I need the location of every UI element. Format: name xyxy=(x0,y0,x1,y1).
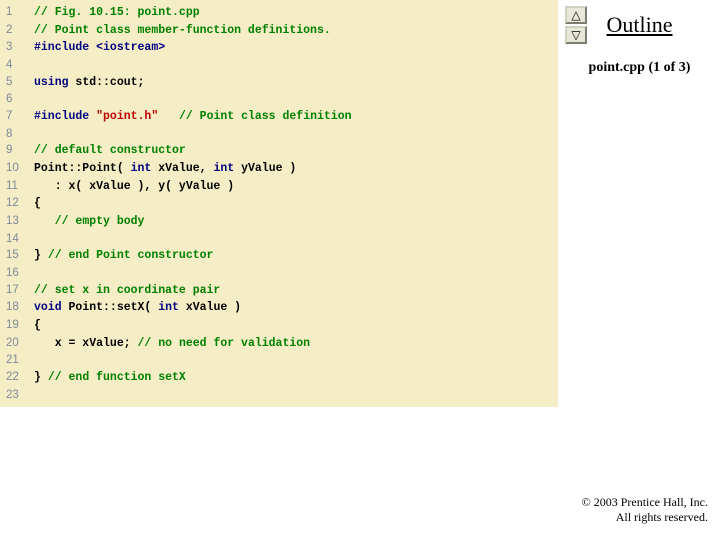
code-line: 3#include <iostream> xyxy=(0,39,558,57)
down-triangle-icon: ▽ xyxy=(571,29,580,41)
line-number: 15 xyxy=(0,247,34,264)
code-text: // empty body xyxy=(34,214,144,231)
outline-subtitle: point.cpp (1 of 3) xyxy=(567,60,712,76)
code-text: // default constructor xyxy=(34,143,186,160)
code-text: using std::cout; xyxy=(34,75,144,92)
code-panel: 1// Fig. 10.15: point.cpp2// Point class… xyxy=(0,0,558,407)
line-number: 10 xyxy=(0,160,34,177)
code-line: 4 xyxy=(0,57,558,74)
line-number: 9 xyxy=(0,142,34,159)
code-line: 21 xyxy=(0,352,558,369)
line-number: 4 xyxy=(0,57,34,74)
line-number: 1 xyxy=(0,4,34,21)
code-text: #include <iostream> xyxy=(34,40,165,57)
code-line: 19{ xyxy=(0,317,558,335)
code-text: // Fig. 10.15: point.cpp xyxy=(34,5,200,22)
line-number: 14 xyxy=(0,231,34,248)
line-number: 2 xyxy=(0,22,34,39)
line-number: 12 xyxy=(0,195,34,212)
code-line: 23 xyxy=(0,387,558,404)
code-line: 5using std::cout; xyxy=(0,74,558,92)
code-line: 18void Point::setX( int xValue ) xyxy=(0,299,558,317)
nav-down-button[interactable]: ▽ xyxy=(565,26,587,44)
line-number: 7 xyxy=(0,108,34,125)
copyright-line1: © 2003 Prentice Hall, Inc. xyxy=(582,495,708,511)
copyright-line2: All rights reserved. xyxy=(582,510,708,526)
outline-title: Outline xyxy=(567,12,712,38)
code-line: 15} // end Point constructor xyxy=(0,247,558,265)
line-number: 11 xyxy=(0,178,34,195)
line-number: 17 xyxy=(0,282,34,299)
line-number: 22 xyxy=(0,369,34,386)
code-text: } // end Point constructor xyxy=(34,248,213,265)
code-text: #include "point.h" // Point class defini… xyxy=(34,109,352,126)
code-text: // set x in coordinate pair xyxy=(34,283,220,300)
code-line: 16 xyxy=(0,265,558,282)
line-number: 3 xyxy=(0,39,34,56)
code-line: 2// Point class member-function definiti… xyxy=(0,22,558,40)
code-text: // Point class member-function definitio… xyxy=(34,23,331,40)
line-number: 19 xyxy=(0,317,34,334)
code-line: 8 xyxy=(0,126,558,143)
code-line: 9// default constructor xyxy=(0,142,558,160)
nav-up-button[interactable]: △ xyxy=(565,6,587,24)
code-line: 1// Fig. 10.15: point.cpp xyxy=(0,4,558,22)
line-number: 13 xyxy=(0,213,34,230)
line-number: 6 xyxy=(0,91,34,108)
code-line: 13 // empty body xyxy=(0,213,558,231)
code-text: void Point::setX( int xValue ) xyxy=(34,300,241,317)
code-text: { xyxy=(34,318,41,335)
line-number: 20 xyxy=(0,335,34,352)
code-text: x = xValue; // no need for validation xyxy=(34,336,310,353)
code-line: 7#include "point.h" // Point class defin… xyxy=(0,108,558,126)
code-line: 20 x = xValue; // no need for validation xyxy=(0,335,558,353)
code-line: 11 : x( xValue ), y( yValue ) xyxy=(0,178,558,196)
line-number: 8 xyxy=(0,126,34,143)
line-number: 21 xyxy=(0,352,34,369)
line-number: 5 xyxy=(0,74,34,91)
copyright: © 2003 Prentice Hall, Inc. All rights re… xyxy=(582,495,708,526)
up-triangle-icon: △ xyxy=(571,9,580,21)
code-line: 17// set x in coordinate pair xyxy=(0,282,558,300)
code-line: 14 xyxy=(0,231,558,248)
line-number: 18 xyxy=(0,299,34,316)
line-number: 23 xyxy=(0,387,34,404)
code-line: 6 xyxy=(0,91,558,108)
line-number: 16 xyxy=(0,265,34,282)
outline-area: △ ▽ Outline point.cpp (1 of 3) xyxy=(567,6,712,76)
code-text: : x( xValue ), y( yValue ) xyxy=(34,179,234,196)
code-text: Point::Point( int xValue, int yValue ) xyxy=(34,161,296,178)
code-line: 12{ xyxy=(0,195,558,213)
code-line: 22} // end function setX xyxy=(0,369,558,387)
code-text: { xyxy=(34,196,41,213)
code-text: } // end function setX xyxy=(34,370,186,387)
code-line: 10Point::Point( int xValue, int yValue ) xyxy=(0,160,558,178)
